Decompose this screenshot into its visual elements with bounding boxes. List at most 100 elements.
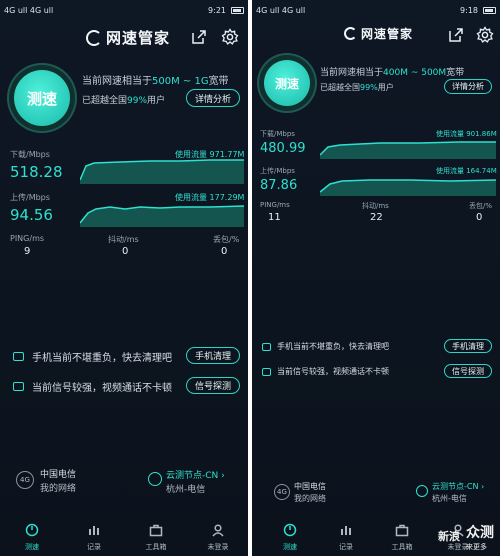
app-brand: 网速管家	[86, 27, 170, 48]
beat-percent-text: 已超越全国99%用户	[82, 96, 166, 106]
tip-cleanup: 手机当前不堪重负，快去清理吧	[13, 349, 172, 364]
speed-test-button[interactable]: 测速	[14, 70, 70, 126]
speedometer-icon	[25, 523, 39, 537]
battery-icon	[231, 6, 244, 14]
phone-cleanup-button[interactable]: 手机清理	[186, 347, 240, 364]
settings-gear-icon[interactable]	[221, 28, 239, 46]
bottom-tab-bar: 测速 记录 工具箱 未登录	[0, 518, 248, 556]
toolbox-icon	[395, 524, 409, 537]
share-icon[interactable]	[190, 28, 208, 46]
upload-speed-value: 87.86	[260, 178, 298, 193]
folder-icon	[13, 352, 24, 361]
tab-toolbox[interactable]: 工具箱	[382, 523, 422, 552]
speedometer-icon	[283, 523, 297, 537]
download-speed-value: 480.99	[260, 141, 306, 156]
packet-loss-label: 丢包/%	[213, 235, 240, 244]
tip-signal: 当前信号较强，视频通话不卡顿	[13, 379, 172, 394]
node-icon	[416, 485, 428, 497]
packet-loss-label: 丢包/%	[469, 202, 493, 210]
speed-test-label: 测速	[274, 76, 299, 91]
jitter-label: 抖动/ms	[108, 235, 139, 244]
upload-speed-chart	[320, 179, 496, 196]
clock: 9:18	[460, 5, 478, 15]
detail-analysis-button[interactable]: 详情分析	[186, 89, 240, 107]
packet-loss-value: 0	[476, 212, 483, 223]
speed-equivalent-text: 当前网速相当于400M ~ 500M宽带	[320, 68, 465, 78]
signal-indicator: 4G ull 4G ull	[4, 5, 54, 15]
node-name: 云测节点-CN ›	[432, 482, 485, 491]
my-network-label: 我的网络	[40, 484, 77, 494]
network-type-badge: 4G	[274, 484, 290, 500]
folder-icon	[262, 342, 271, 351]
left-phone-screen: 4G ull 4G ull 9:21 网速管家 测速 当前网速相当于500M ~…	[0, 0, 248, 556]
upload-label: 上传/Mbps	[260, 167, 295, 175]
upload-label: 上传/Mbps	[10, 193, 50, 202]
watermark-title: 众测 来更多	[466, 525, 494, 551]
right-phone-screen: 4G ull 4G ull 9:18 网速管家 测速 当前网速相当于400M ~…	[252, 0, 500, 556]
packet-loss-value: 0	[221, 246, 228, 257]
ping-label: PING/ms	[260, 201, 290, 209]
battery-icon	[483, 6, 496, 14]
upload-speed-chart	[80, 205, 244, 227]
speed-test-button[interactable]: 测速	[264, 60, 310, 106]
my-network-label: 我的网络	[294, 494, 326, 503]
app-header: 网速管家	[252, 24, 500, 46]
bar-chart-icon	[341, 526, 351, 535]
brand-name: 网速管家	[106, 30, 171, 47]
upload-speed-value: 94.56	[10, 206, 53, 224]
brand-logo-icon	[86, 29, 102, 46]
ping-value: 11	[268, 212, 281, 223]
toolbox-icon	[149, 524, 163, 537]
video-call-icon	[262, 367, 271, 376]
share-icon[interactable]	[447, 26, 465, 44]
detail-analysis-button[interactable]: 详情分析	[444, 79, 492, 94]
test-node-selector[interactable]: 云测节点-CN › 杭州-电信	[166, 469, 225, 497]
tip-signal: 当前信号较强，视频通话不卡顿	[262, 366, 389, 377]
settings-gear-icon[interactable]	[476, 26, 494, 44]
download-label: 下载/Mbps	[10, 150, 50, 159]
brand-logo-icon	[344, 27, 357, 40]
user-icon	[212, 524, 224, 537]
tip-cleanup: 手机当前不堪重负，快去清理吧	[262, 341, 389, 352]
my-network-info[interactable]: 中国电信 我的网络	[40, 468, 76, 496]
phone-cleanup-button[interactable]: 手机清理	[444, 339, 492, 353]
jitter-label: 抖动/ms	[362, 202, 389, 210]
node-icon	[148, 472, 162, 486]
status-bar: 4G ull 4G ull 9:21	[4, 3, 244, 17]
network-type-badge: 4G	[16, 471, 34, 489]
video-call-icon	[13, 382, 24, 391]
my-network-info[interactable]: 中国电信 我的网络	[294, 481, 326, 505]
test-node-selector[interactable]: 云测节点-CN › 杭州-电信	[432, 481, 484, 505]
tab-account[interactable]: 未登录	[198, 523, 238, 552]
app-header: 网速管家	[0, 26, 248, 48]
watermark: 新浪 众测 来更多	[438, 522, 494, 552]
ping-value: 9	[24, 246, 31, 257]
carrier-name: 中国电信	[40, 470, 77, 480]
signal-indicator: 4G ull 4G ull	[256, 5, 306, 15]
node-city: 杭州-电信	[432, 494, 467, 503]
signal-probe-button[interactable]: 信号探测	[444, 364, 492, 378]
speed-test-label: 测速	[26, 89, 57, 108]
tab-speed-test[interactable]: 测速	[12, 523, 52, 552]
jitter-value: 0	[122, 246, 129, 257]
download-label: 下载/Mbps	[260, 130, 295, 138]
status-bar: 4G ull 4G ull 9:18	[256, 3, 496, 17]
download-speed-value: 518.28	[10, 163, 63, 181]
app-brand: 网速管家	[344, 25, 413, 42]
tab-records[interactable]: 记录	[326, 523, 366, 552]
download-speed-chart	[320, 141, 496, 159]
jitter-value: 22	[370, 212, 383, 223]
brand-name: 网速管家	[361, 27, 414, 41]
speed-equivalent-text: 当前网速相当于500M ~ 1G宽带	[82, 76, 229, 87]
download-speed-chart	[80, 159, 244, 184]
carrier-name: 中国电信	[294, 482, 326, 491]
node-name: 云测节点-CN ›	[166, 471, 225, 481]
node-city: 杭州-电信	[166, 485, 206, 495]
clock: 9:21	[208, 5, 226, 15]
tab-speed-test[interactable]: 测速	[270, 523, 310, 552]
tab-toolbox[interactable]: 工具箱	[136, 523, 176, 552]
watermark-logo: 新浪	[438, 530, 460, 543]
signal-probe-button[interactable]: 信号探测	[186, 377, 240, 394]
tab-records[interactable]: 记录	[74, 523, 114, 552]
bar-chart-icon	[89, 526, 99, 535]
